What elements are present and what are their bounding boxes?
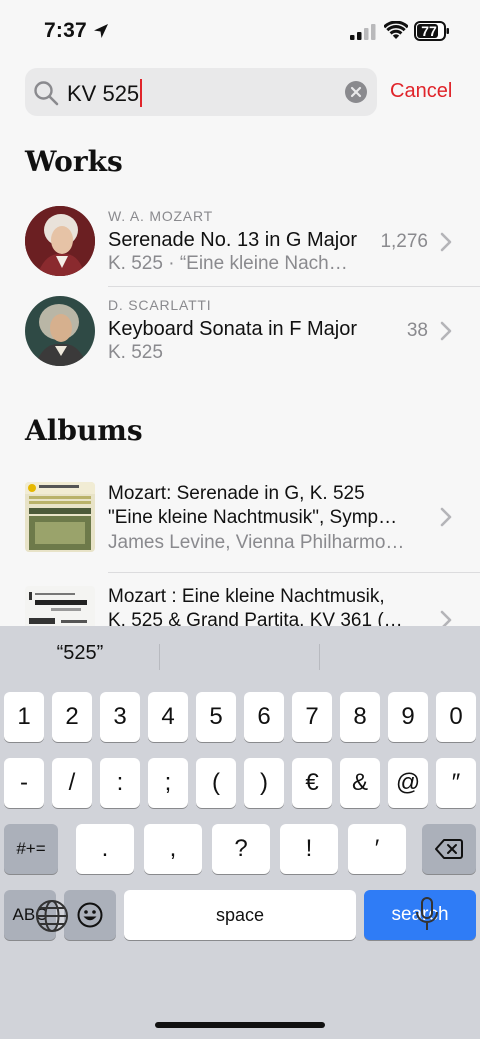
number-key[interactable]: 8 — [340, 692, 380, 742]
suggestion-divider — [159, 644, 160, 670]
album-title-cont: K. 525 & Grand Partita, KV 361 (… — [108, 610, 403, 626]
search-field[interactable]: KV 525 — [25, 68, 377, 116]
number-key[interactable]: 7 — [292, 692, 332, 742]
backspace-icon — [435, 839, 463, 859]
composer-avatar-mozart — [25, 206, 95, 276]
emoji-key[interactable] — [64, 890, 116, 940]
symbol-key[interactable]: & — [340, 758, 380, 808]
album-artwork — [25, 586, 95, 626]
number-key[interactable]: 5 — [196, 692, 236, 742]
work-recording-count: 38 — [406, 320, 428, 341]
symbol-key[interactable]: ; — [148, 758, 188, 808]
location-arrow-icon — [94, 24, 108, 38]
album-row-levine[interactable]: Mozart: Serenade in G, K. 525 "Eine klei… — [0, 472, 480, 572]
symbol-key[interactable]: ) — [244, 758, 284, 808]
chevron-right-icon — [440, 321, 452, 341]
composer-avatar-scarlatti — [25, 296, 95, 366]
keyboard: “525” 1234567890 - /:;() € & @ ″ #+= .,?! ′ AB… — [0, 626, 480, 1039]
search-icon — [34, 81, 59, 106]
album-row-furtwangler[interactable]: Mozart : Eine kleine Nachtmusik, K. 525 … — [0, 572, 480, 626]
chevron-right-icon — [440, 232, 452, 252]
chevron-right-icon — [440, 507, 452, 527]
work-composer: D. SCARLATTI — [108, 297, 212, 313]
emoji-icon — [77, 902, 103, 928]
chevron-right-icon — [440, 610, 452, 626]
wifi-icon — [384, 21, 408, 39]
symbol-key[interactable]: - — [4, 758, 44, 808]
symbol-key[interactable]: € — [292, 758, 332, 808]
work-row-mozart[interactable]: W. A. MOZART Serenade No. 13 in G Major … — [0, 196, 480, 286]
symbol-key[interactable]: @ — [388, 758, 428, 808]
symbol-key[interactable]: ( — [196, 758, 236, 808]
microphone-icon[interactable] — [414, 896, 440, 934]
number-key[interactable]: 6 — [244, 692, 284, 742]
symbol-key[interactable]: : — [100, 758, 140, 808]
status-time: 7:37 — [44, 19, 87, 42]
battery-level: 77 — [421, 23, 437, 39]
punctuation-key[interactable]: ′ — [348, 824, 406, 874]
album-title: Mozart : Eine kleine Nachtmusik, — [108, 586, 385, 607]
more-symbols-key[interactable]: #+= — [4, 824, 58, 874]
cancel-button[interactable]: Cancel — [390, 80, 452, 103]
work-subtitle: K. 525 · “Eine kleine Nach… — [108, 253, 348, 274]
work-title: Serenade No. 13 in G Major — [108, 229, 358, 251]
globe-icon[interactable] — [34, 898, 70, 934]
works-section-title: Works — [25, 145, 123, 178]
home-indicator — [155, 1022, 325, 1028]
keyboard-suggestion[interactable]: “525” — [20, 642, 140, 665]
number-key[interactable]: 2 — [52, 692, 92, 742]
text-caret — [140, 79, 143, 107]
work-subtitle: K. 525 — [108, 342, 163, 363]
number-key[interactable]: 9 — [388, 692, 428, 742]
number-key[interactable]: 4 — [148, 692, 188, 742]
suggestion-divider — [319, 644, 320, 670]
clear-search-icon[interactable] — [345, 81, 367, 103]
symbol-key[interactable]: / — [52, 758, 92, 808]
work-composer: W. A. MOZART — [108, 208, 214, 224]
punctuation-key[interactable]: . — [76, 824, 134, 874]
symbol-key[interactable]: ″ — [436, 758, 476, 808]
album-artists: James Levine, Vienna Philharmo… — [108, 532, 405, 553]
punctuation-key[interactable]: , — [144, 824, 202, 874]
cellular-signal-icon — [350, 24, 376, 40]
work-row-scarlatti[interactable]: D. SCARLATTI Keyboard Sonata in F Major … — [0, 286, 480, 376]
work-title: Keyboard Sonata in F Major — [108, 318, 358, 340]
album-title-cont: "Eine kleine Nachtmusik", Symp… — [108, 507, 398, 528]
number-key[interactable]: 1 — [4, 692, 44, 742]
albums-section-title: Albums — [25, 414, 143, 447]
status-bar: 7:37 77 — [0, 0, 480, 62]
space-key[interactable]: space — [124, 890, 356, 940]
album-title: Mozart: Serenade in G, K. 525 — [108, 483, 365, 504]
search-input-value[interactable]: KV 525 — [67, 79, 143, 107]
punctuation-key[interactable]: ! — [280, 824, 338, 874]
number-key[interactable]: 3 — [100, 692, 140, 742]
work-recording-count: 1,276 — [380, 231, 428, 252]
delete-key[interactable] — [422, 824, 476, 874]
punctuation-key[interactable]: ? — [212, 824, 270, 874]
number-key[interactable]: 0 — [436, 692, 476, 742]
album-artwork — [25, 482, 95, 552]
